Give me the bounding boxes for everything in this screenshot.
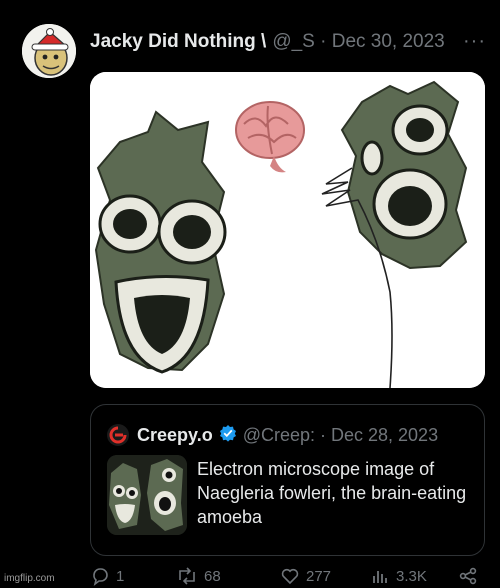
- views-icon: [373, 571, 387, 583]
- views-count: 3.3K: [396, 567, 427, 585]
- post-header: Jacky Did Nothing \ @_S · Dec 30, 2023 ·…: [90, 28, 486, 56]
- avatar-cartoon-face-icon: [22, 24, 76, 78]
- like-count: 277: [306, 567, 332, 585]
- quoted-handle-date[interactable]: @Creep: · Dec 28, 2023: [243, 425, 438, 446]
- reply-count: 1: [116, 567, 125, 585]
- post-media-image[interactable]: [90, 72, 485, 388]
- imgflip-watermark: imgflip.com: [4, 573, 55, 584]
- verified-icon: [219, 424, 237, 447]
- views-button[interactable]: 3.3K: [370, 566, 427, 586]
- amoeba-thumbnail: [107, 455, 187, 535]
- creepy-logo-icon: [109, 426, 127, 444]
- amoeba-meme-illustration: [90, 72, 485, 388]
- quoted-thumbnail-image[interactable]: [107, 455, 187, 535]
- reply-icon: [93, 568, 108, 586]
- post-action-bar: 1 68 277 3.3K: [90, 566, 485, 588]
- share-button[interactable]: [458, 566, 478, 586]
- more-icon[interactable]: ···: [463, 30, 486, 53]
- repost-icon: [179, 567, 195, 585]
- quoted-post-header: Creepy.o @Creep: · Dec 28, 2023: [107, 423, 474, 447]
- reply-button[interactable]: 1: [90, 566, 124, 586]
- quoted-post-text: Electron microscope image of Naegleria f…: [197, 459, 467, 527]
- quoted-avatar[interactable]: [107, 424, 129, 446]
- quoted-author-name[interactable]: Creepy.o: [137, 425, 213, 446]
- quoted-post[interactable]: Creepy.o @Creep: · Dec 28, 2023 Electron…: [90, 404, 485, 556]
- author-name[interactable]: Jacky Did Nothing \: [90, 31, 266, 53]
- author-handle-date[interactable]: @_S · Dec 30, 2023: [272, 31, 444, 53]
- repost-count: 68: [204, 567, 221, 585]
- author-avatar[interactable]: [22, 24, 76, 78]
- like-button[interactable]: 277: [280, 566, 331, 586]
- like-icon: [281, 568, 299, 585]
- share-icon: [459, 567, 477, 585]
- repost-button[interactable]: 68: [176, 566, 221, 586]
